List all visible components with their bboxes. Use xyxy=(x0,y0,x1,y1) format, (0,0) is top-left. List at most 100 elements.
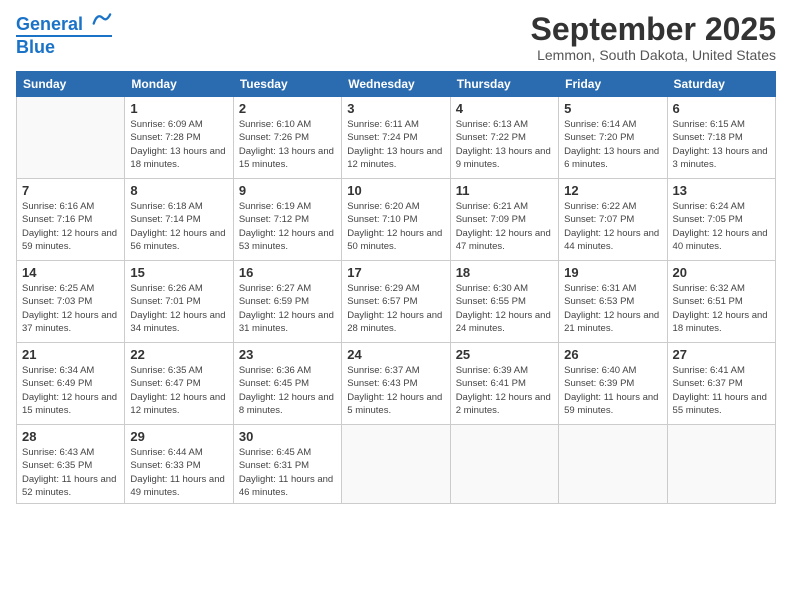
day-number: 27 xyxy=(673,347,770,362)
day-number: 26 xyxy=(564,347,661,362)
day-cell: 13 Sunrise: 6:24 AMSunset: 7:05 PMDayligh… xyxy=(667,179,775,261)
day-number: 13 xyxy=(673,183,770,198)
day-info: Sunrise: 6:40 AMSunset: 6:39 PMDaylight:… xyxy=(564,364,661,417)
logo-text: General xyxy=(16,12,112,35)
day-number: 25 xyxy=(456,347,553,362)
day-info: Sunrise: 6:41 AMSunset: 6:37 PMDaylight:… xyxy=(673,364,770,417)
day-cell: 12Sunrise: 6:22 AMSunset: 7:07 PMDayligh… xyxy=(559,179,667,261)
day-number: 18 xyxy=(456,265,553,280)
day-info: Sunrise: 6:09 AMSunset: 7:28 PMDaylight:… xyxy=(130,118,227,171)
day-number: 12 xyxy=(564,183,661,198)
day-info: Sunrise: 6:27 AMSunset: 6:59 PMDaylight:… xyxy=(239,282,336,335)
day-info: Sunrise: 6:37 AMSunset: 6:43 PMDaylight:… xyxy=(347,364,444,417)
day-info: Sunrise: 6:21 AMSunset: 7:09 PMDaylight:… xyxy=(456,200,553,253)
day-cell: 20 Sunrise: 6:32 AMSunset: 6:51 PMDayligh… xyxy=(667,261,775,343)
weekday-header-sunday: Sunday xyxy=(17,72,125,97)
day-info: Sunrise: 6:32 AMSunset: 6:51 PMDaylight:… xyxy=(673,282,770,335)
day-cell: 6 Sunrise: 6:15 AMSunset: 7:18 PMDaylight… xyxy=(667,97,775,179)
day-cell xyxy=(342,425,450,504)
day-info: Sunrise: 6:24 AMSunset: 7:05 PMDaylight:… xyxy=(673,200,770,253)
calendar-table: SundayMondayTuesdayWednesdayThursdayFrid… xyxy=(16,71,776,504)
day-cell: 7 Sunrise: 6:16 AMSunset: 7:16 PMDaylight… xyxy=(17,179,125,261)
day-number: 5 xyxy=(564,101,661,116)
day-cell: 22Sunrise: 6:35 AMSunset: 6:47 PMDayligh… xyxy=(125,343,233,425)
day-number: 23 xyxy=(239,347,336,362)
weekday-header-row: SundayMondayTuesdayWednesdayThursdayFrid… xyxy=(17,72,776,97)
day-number: 20 xyxy=(673,265,770,280)
weekday-header-friday: Friday xyxy=(559,72,667,97)
day-cell: 23 Sunrise: 6:36 AMSunset: 6:45 PMDayligh… xyxy=(233,343,341,425)
day-number: 21 xyxy=(22,347,119,362)
day-info: Sunrise: 6:15 AMSunset: 7:18 PMDaylight:… xyxy=(673,118,770,171)
title-block: September 2025 Lemmon, South Dakota, Uni… xyxy=(531,12,776,63)
day-info: Sunrise: 6:39 AMSunset: 6:41 PMDaylight:… xyxy=(456,364,553,417)
day-cell: 27 Sunrise: 6:41 AMSunset: 6:37 PMDayligh… xyxy=(667,343,775,425)
day-cell: 21 Sunrise: 6:34 AMSunset: 6:49 PMDayligh… xyxy=(17,343,125,425)
day-cell: 2 Sunrise: 6:10 AMSunset: 7:26 PMDaylight… xyxy=(233,97,341,179)
day-info: Sunrise: 6:18 AMSunset: 7:14 PMDaylight:… xyxy=(130,200,227,253)
day-cell: 29 Sunrise: 6:44 AMSunset: 6:33 PMDayligh… xyxy=(125,425,233,504)
day-cell: 28 Sunrise: 6:43 AMSunset: 6:35 PMDayligh… xyxy=(17,425,125,504)
weekday-header-monday: Monday xyxy=(125,72,233,97)
day-cell: 11Sunrise: 6:21 AMSunset: 7:09 PMDayligh… xyxy=(450,179,558,261)
day-number: 8 xyxy=(130,183,227,198)
day-cell: 5 Sunrise: 6:14 AMSunset: 7:20 PMDaylight… xyxy=(559,97,667,179)
day-info: Sunrise: 6:25 AMSunset: 7:03 PMDaylight:… xyxy=(22,282,119,335)
day-info: Sunrise: 6:35 AMSunset: 6:47 PMDaylight:… xyxy=(130,364,227,417)
calendar-body: 1 Sunrise: 6:09 AMSunset: 7:28 PMDaylight… xyxy=(17,97,776,504)
weekday-header-wednesday: Wednesday xyxy=(342,72,450,97)
day-cell: 19 Sunrise: 6:31 AMSunset: 6:53 PMDayligh… xyxy=(559,261,667,343)
day-number: 4 xyxy=(456,101,553,116)
day-number: 19 xyxy=(564,265,661,280)
day-info: Sunrise: 6:45 AMSunset: 6:31 PMDaylight:… xyxy=(239,446,336,499)
day-cell: 16 Sunrise: 6:27 AMSunset: 6:59 PMDayligh… xyxy=(233,261,341,343)
day-cell xyxy=(559,425,667,504)
day-number: 7 xyxy=(22,183,119,198)
logo-general: General xyxy=(16,14,83,34)
logo-blue: Blue xyxy=(16,35,112,58)
day-cell: 1 Sunrise: 6:09 AMSunset: 7:28 PMDaylight… xyxy=(125,97,233,179)
day-info: Sunrise: 6:26 AMSunset: 7:01 PMDaylight:… xyxy=(130,282,227,335)
day-info: Sunrise: 6:14 AMSunset: 7:20 PMDaylight:… xyxy=(564,118,661,171)
day-info: Sunrise: 6:20 AMSunset: 7:10 PMDaylight:… xyxy=(347,200,444,253)
day-cell: 17Sunrise: 6:29 AMSunset: 6:57 PMDayligh… xyxy=(342,261,450,343)
day-info: Sunrise: 6:43 AMSunset: 6:35 PMDaylight:… xyxy=(22,446,119,499)
day-number: 14 xyxy=(22,265,119,280)
day-info: Sunrise: 6:16 AMSunset: 7:16 PMDaylight:… xyxy=(22,200,119,253)
day-cell: 30Sunrise: 6:45 AMSunset: 6:31 PMDayligh… xyxy=(233,425,341,504)
day-cell xyxy=(17,97,125,179)
day-number: 28 xyxy=(22,429,119,444)
day-info: Sunrise: 6:44 AMSunset: 6:33 PMDaylight:… xyxy=(130,446,227,499)
day-number: 3 xyxy=(347,101,444,116)
day-number: 24 xyxy=(347,347,444,362)
day-info: Sunrise: 6:11 AMSunset: 7:24 PMDaylight:… xyxy=(347,118,444,171)
day-cell: 14 Sunrise: 6:25 AMSunset: 7:03 PMDayligh… xyxy=(17,261,125,343)
day-number: 6 xyxy=(673,101,770,116)
logo: General Blue xyxy=(16,12,112,58)
weekday-header-tuesday: Tuesday xyxy=(233,72,341,97)
day-number: 1 xyxy=(130,101,227,116)
day-info: Sunrise: 6:10 AMSunset: 7:26 PMDaylight:… xyxy=(239,118,336,171)
weekday-header-saturday: Saturday xyxy=(667,72,775,97)
day-cell: 18 Sunrise: 6:30 AMSunset: 6:55 PMDayligh… xyxy=(450,261,558,343)
logo-icon xyxy=(90,8,112,30)
day-info: Sunrise: 6:19 AMSunset: 7:12 PMDaylight:… xyxy=(239,200,336,253)
day-cell: 10 Sunrise: 6:20 AMSunset: 7:10 PMDayligh… xyxy=(342,179,450,261)
day-cell: 25 Sunrise: 6:39 AMSunset: 6:41 PMDayligh… xyxy=(450,343,558,425)
day-cell: 15Sunrise: 6:26 AMSunset: 7:01 PMDayligh… xyxy=(125,261,233,343)
day-cell: 4 Sunrise: 6:13 AMSunset: 7:22 PMDaylight… xyxy=(450,97,558,179)
day-info: Sunrise: 6:31 AMSunset: 6:53 PMDaylight:… xyxy=(564,282,661,335)
day-info: Sunrise: 6:34 AMSunset: 6:49 PMDaylight:… xyxy=(22,364,119,417)
day-number: 9 xyxy=(239,183,336,198)
day-cell: 24 Sunrise: 6:37 AMSunset: 6:43 PMDayligh… xyxy=(342,343,450,425)
day-cell xyxy=(667,425,775,504)
day-number: 10 xyxy=(347,183,444,198)
day-cell: 26 Sunrise: 6:40 AMSunset: 6:39 PMDayligh… xyxy=(559,343,667,425)
day-cell: 8 Sunrise: 6:18 AMSunset: 7:14 PMDaylight… xyxy=(125,179,233,261)
day-info: Sunrise: 6:36 AMSunset: 6:45 PMDaylight:… xyxy=(239,364,336,417)
day-info: Sunrise: 6:13 AMSunset: 7:22 PMDaylight:… xyxy=(456,118,553,171)
day-number: 2 xyxy=(239,101,336,116)
day-number: 29 xyxy=(130,429,227,444)
day-number: 16 xyxy=(239,265,336,280)
day-info: Sunrise: 6:30 AMSunset: 6:55 PMDaylight:… xyxy=(456,282,553,335)
